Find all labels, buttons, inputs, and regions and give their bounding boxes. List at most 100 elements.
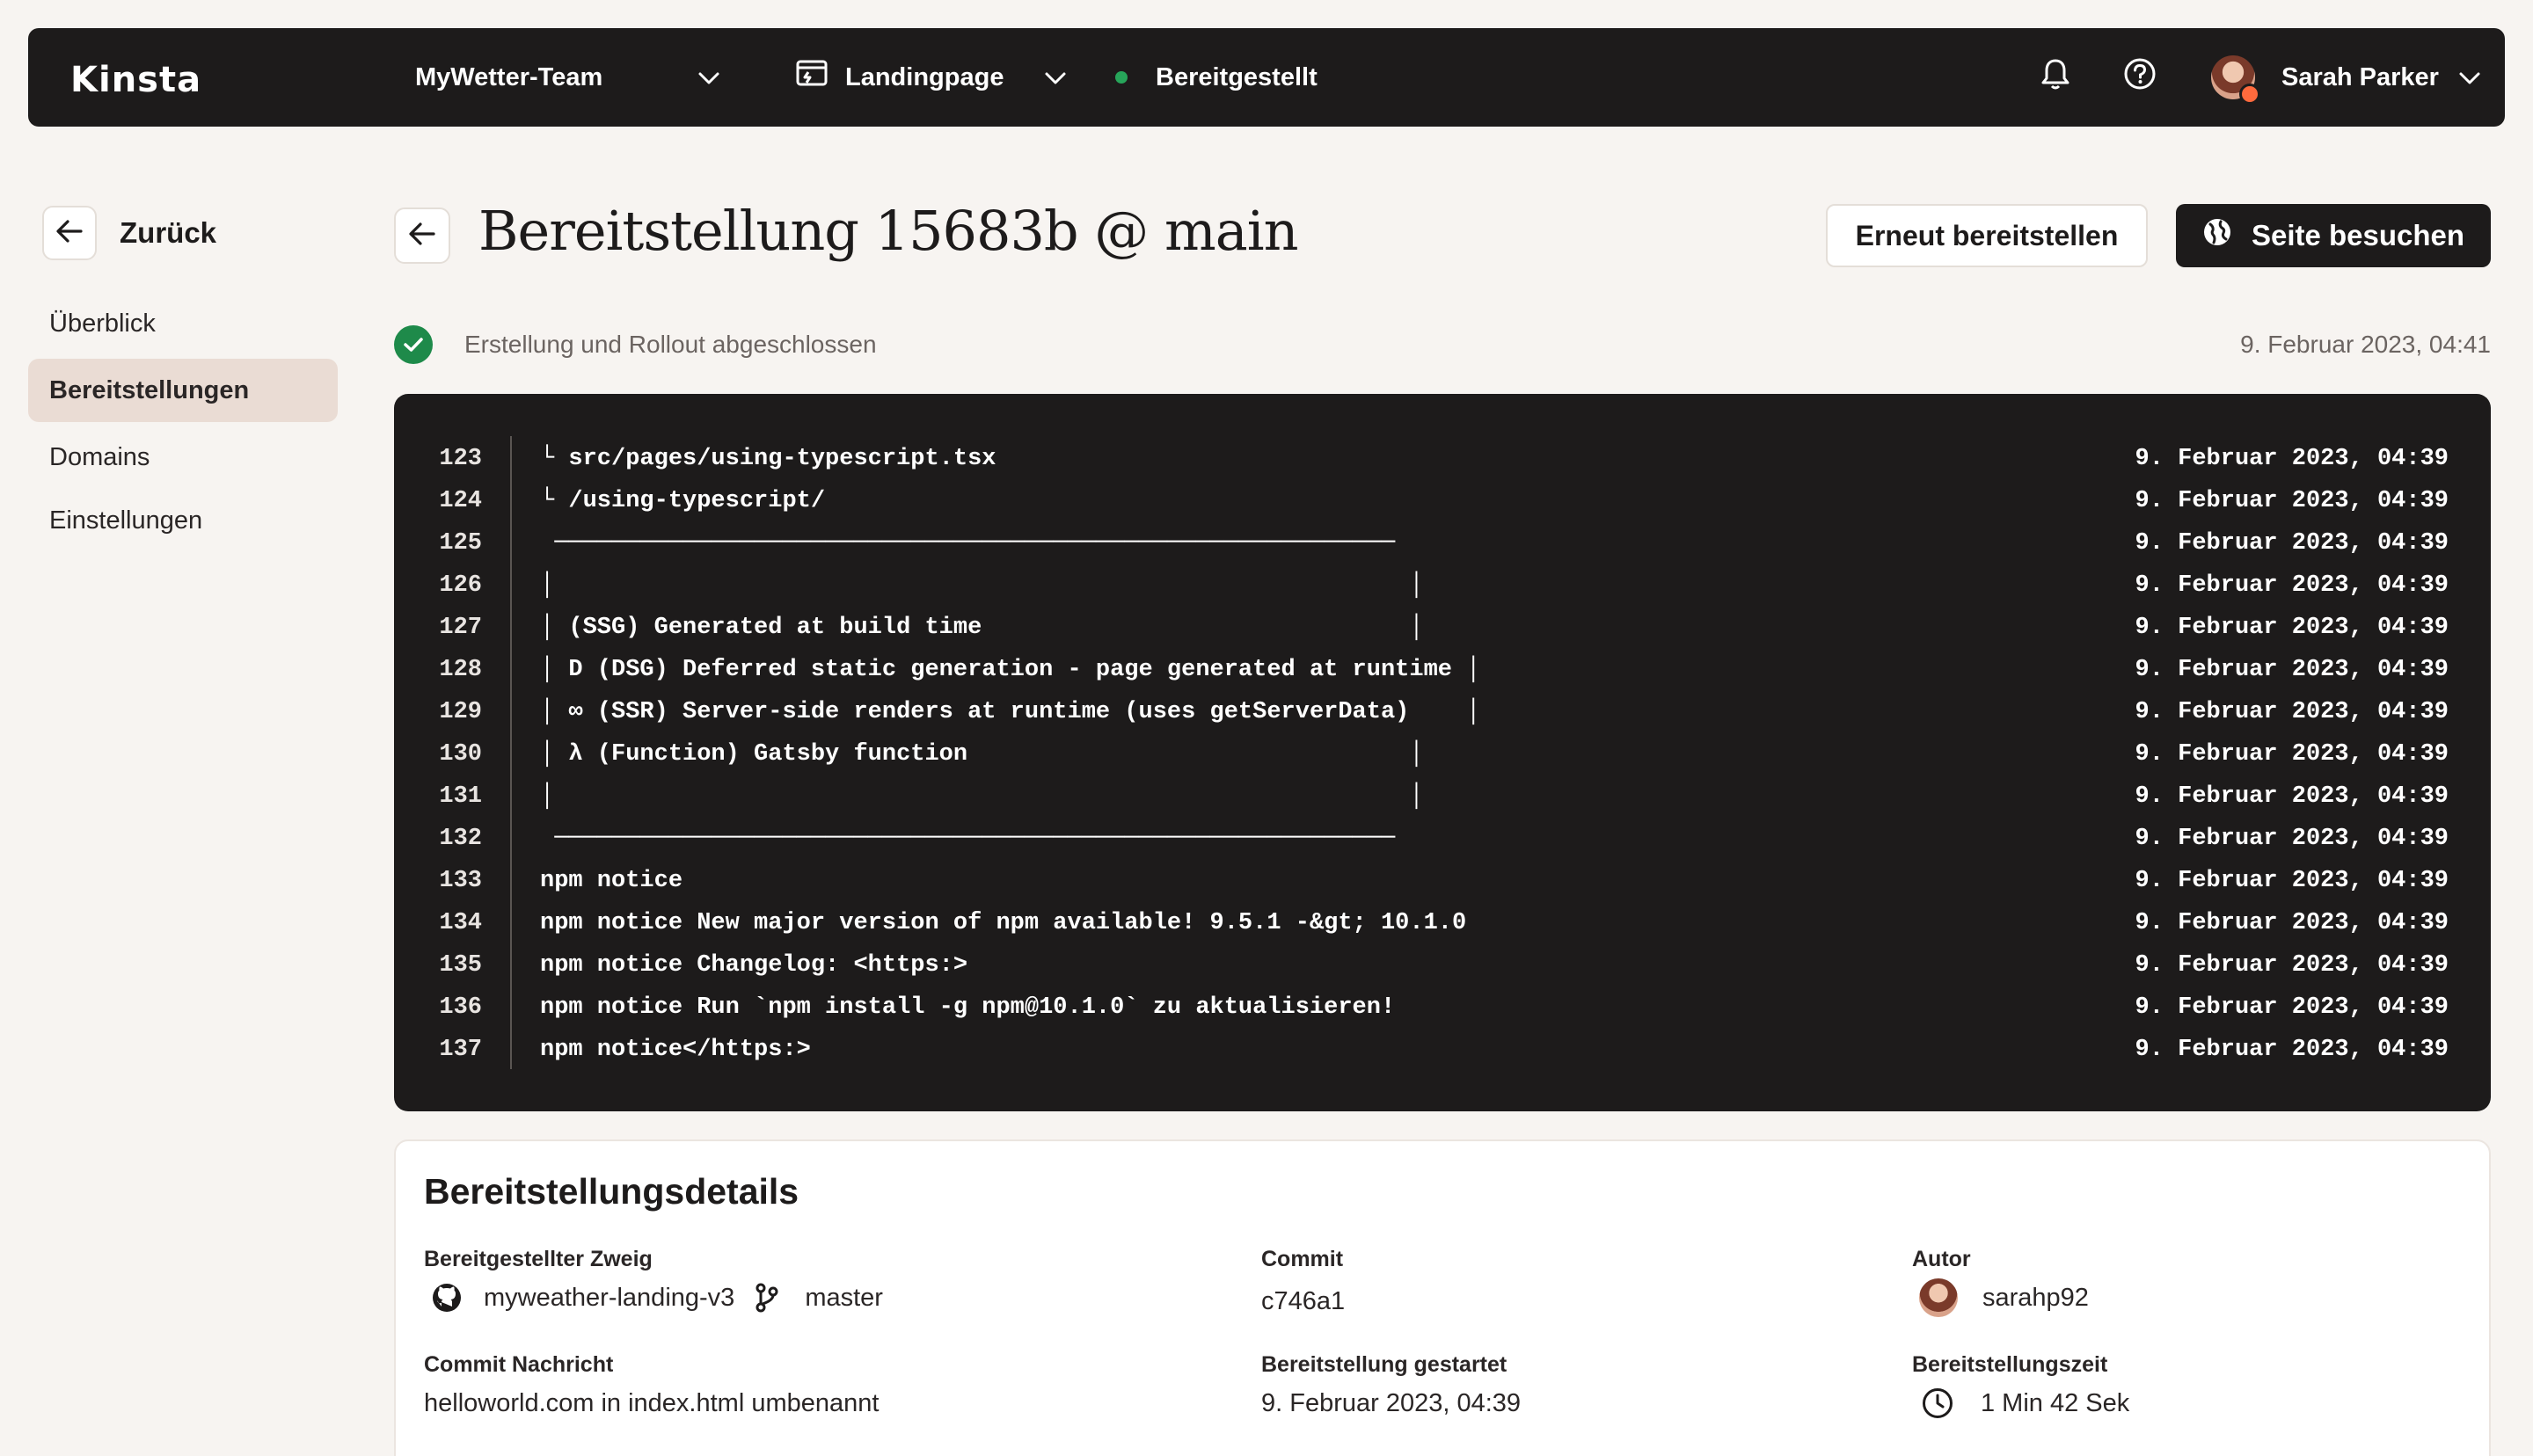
- log-line: 129 │ ∞ (SSR) Server-side renders at runt…: [394, 691, 2491, 733]
- log-line-text: │ │: [540, 572, 1424, 599]
- log-line-timestamp: 9. Februar 2023, 04:39: [2135, 530, 2449, 557]
- log-line-number: 127: [439, 615, 482, 641]
- duration-label: Bereitstellungszeit: [1912, 1352, 2108, 1377]
- user-menu[interactable]: Sarah Parker: [2211, 28, 2481, 127]
- arrow-left-icon: [55, 219, 84, 248]
- duration-value: 1 Min 42 Sek: [1921, 1384, 2129, 1423]
- log-line-number: 136: [439, 994, 482, 1021]
- log-line-text: │ │: [540, 783, 1424, 810]
- log-line-timestamp: 9. Februar 2023, 04:39: [2135, 1037, 2449, 1063]
- author-label: Autor: [1912, 1247, 1971, 1271]
- visit-site-label: Seite besuchen: [2251, 219, 2465, 251]
- log-line-text: │ D (DSG) Deferred static generation - p…: [540, 657, 1481, 683]
- details-title: Bereitstellungsdetails: [424, 1171, 799, 1212]
- arrow-left-icon: [408, 222, 436, 251]
- top-bar: Kinsta MyWetter-Team Landingpage Bereitg…: [28, 28, 2505, 127]
- log-line-number: 130: [439, 741, 482, 768]
- status-text: Erstellung und Rollout abgeschlossen: [464, 331, 877, 358]
- visit-site-button[interactable]: Seite besuchen: [2176, 204, 2491, 267]
- status-label: Bereitgestellt: [1156, 62, 1318, 91]
- site-name: Landingpage: [845, 62, 1004, 91]
- redeploy-button[interactable]: Erneut bereitstellen: [1826, 204, 2148, 267]
- sidebar-item-domains[interactable]: Domains: [28, 426, 338, 489]
- log-line-timestamp: 9. Februar 2023, 04:39: [2135, 868, 2449, 894]
- site-status: Bereitgestellt: [1115, 28, 1318, 127]
- log-line-text: npm notice New major version of npm avai…: [540, 910, 1467, 936]
- log-line-text: npm notice</https:>: [540, 1037, 811, 1063]
- log-line-timestamp: 9. Februar 2023, 04:39: [2135, 572, 2449, 599]
- log-line: 134 npm notice New major version of npm a…: [394, 902, 2491, 944]
- commit-message-value: helloworld.com in index.html umbenannt: [424, 1388, 880, 1417]
- deployment-details-card: Bereitstellungsdetails Bereitgestellter …: [394, 1139, 2491, 1456]
- status-dot-icon: [1115, 71, 1128, 84]
- log-line: 135 npm notice Changelog: <https:> 9. Febr…: [394, 944, 2491, 986]
- log-line-timestamp: 9. Februar 2023, 04:39: [2135, 488, 2449, 514]
- log-line: 133 npm notice 9. Februar 2023, 04:39: [394, 860, 2491, 902]
- check-circle-icon: [394, 325, 433, 364]
- branch-label: Bereitgestellter Zweig: [424, 1247, 653, 1271]
- log-line: 126 │ │ 9. Februar 2023, 04:39: [394, 564, 2491, 607]
- commit-value[interactable]: c746a1: [1261, 1282, 1345, 1321]
- log-line: 127 │ (SSG) Generated at build time │ 9. F…: [394, 607, 2491, 649]
- log-line-number: 137: [439, 1037, 482, 1063]
- page-title: Bereitstellung 15683b @ main: [478, 199, 1299, 263]
- site-icon: [796, 60, 828, 95]
- log-line-number: 128: [439, 657, 482, 683]
- build-log[interactable]: 123 └ src/pages/using-typescript.tsx 9. Fe…: [394, 394, 2491, 1111]
- log-line-timestamp: 9. Februar 2023, 04:39: [2135, 910, 2449, 936]
- log-line-number: 131: [439, 783, 482, 810]
- log-line-timestamp: 9. Februar 2023, 04:39: [2135, 657, 2449, 683]
- commit-label: Commit: [1261, 1247, 1344, 1271]
- user-name: Sarah Parker: [2281, 62, 2439, 91]
- started-value: 9. Februar 2023, 04:39: [1261, 1388, 1522, 1417]
- log-line: 137 npm notice</https:> 9. Februar 2023, 0…: [394, 1029, 2491, 1071]
- user-avatar: [2211, 55, 2260, 105]
- log-line-timestamp: 9. Februar 2023, 04:39: [2135, 783, 2449, 810]
- branch-name: master: [805, 1283, 883, 1312]
- log-line-timestamp: 9. Februar 2023, 04:39: [2135, 826, 2449, 852]
- log-line: 125 ────────────────────────────────────…: [394, 522, 2491, 564]
- git-branch-icon: [754, 1283, 780, 1313]
- chevron-down-icon: [2458, 63, 2481, 92]
- log-line: 128 │ D (DSG) Deferred static generation …: [394, 649, 2491, 691]
- commit-message-label: Commit Nachricht: [424, 1352, 614, 1377]
- log-line-number: 123: [439, 446, 482, 472]
- branch-value: myweather-landing-v3 master: [431, 1278, 883, 1317]
- site-selector[interactable]: Landingpage: [796, 28, 1067, 127]
- log-line-number: 129: [439, 699, 482, 725]
- log-line-text: npm notice: [540, 868, 683, 894]
- log-line-text: └ src/pages/using-typescript.tsx: [540, 446, 996, 472]
- github-icon: [431, 1282, 463, 1314]
- log-line-timestamp: 9. Februar 2023, 04:39: [2135, 699, 2449, 725]
- log-line-number: 132: [439, 826, 482, 852]
- log-line-number: 135: [439, 952, 482, 979]
- sidebar-item-deployments[interactable]: Bereitstellungen: [28, 359, 338, 422]
- log-line-timestamp: 9. Februar 2023, 04:39: [2135, 994, 2449, 1021]
- log-line: 130 │ λ (Function) Gatsby function │ 9. Fe…: [394, 733, 2491, 775]
- log-line-text: │ (SSG) Generated at build time │: [540, 615, 1424, 641]
- header-back-button[interactable]: [394, 207, 450, 264]
- log-line-text: ────────────────────────────────────────…: [540, 530, 1396, 557]
- help-button[interactable]: [2123, 28, 2157, 127]
- notifications-button[interactable]: [2040, 28, 2070, 127]
- author-name: sarahp92: [1982, 1283, 2089, 1312]
- started-label: Bereitstellung gestartet: [1261, 1352, 1507, 1377]
- log-line-timestamp: 9. Februar 2023, 04:39: [2135, 741, 2449, 768]
- deployment-status-row: Erstellung und Rollout abgeschlossen 9. …: [394, 325, 2491, 364]
- sidebar-back-label[interactable]: Zurück: [120, 216, 216, 250]
- log-line-number: 125: [439, 530, 482, 557]
- team-selector[interactable]: MyWetter-Team: [415, 28, 720, 127]
- sidebar-item-settings[interactable]: Einstellungen: [28, 489, 338, 552]
- duration-text: 1 Min 42 Sek: [1981, 1388, 2130, 1417]
- log-line-text: └ /using-typescript/: [540, 488, 826, 514]
- sidebar-back-button[interactable]: [42, 206, 97, 260]
- author-value: sarahp92: [1919, 1278, 2089, 1317]
- bell-icon: [2040, 57, 2070, 98]
- log-line-timestamp: 9. Februar 2023, 04:39: [2135, 615, 2449, 641]
- log-line-timestamp: 9. Februar 2023, 04:39: [2135, 952, 2449, 979]
- log-line: 132 ────────────────────────────────────…: [394, 818, 2491, 860]
- repo-name[interactable]: myweather-landing-v3: [484, 1284, 734, 1313]
- kinsta-logo[interactable]: Kinsta: [70, 60, 201, 100]
- team-name: MyWetter-Team: [415, 62, 603, 91]
- sidebar-item-overview[interactable]: Überblick: [28, 292, 338, 355]
